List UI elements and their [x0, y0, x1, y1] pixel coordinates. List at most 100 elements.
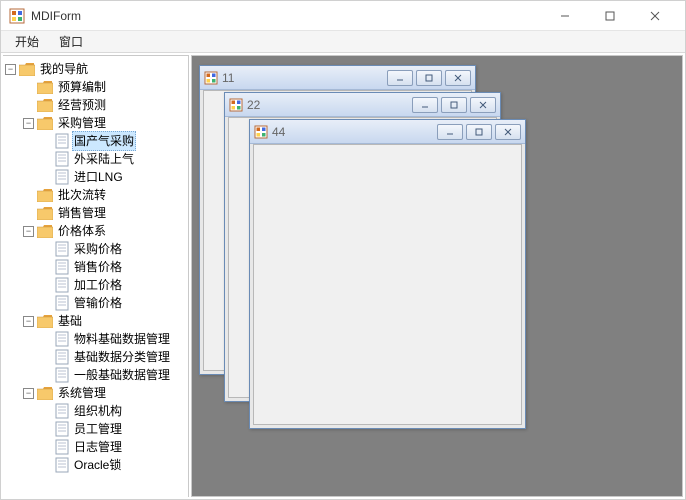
tree-root-label: 我的导航	[38, 60, 90, 78]
toggle-placeholder	[41, 334, 52, 345]
main-window: MDIForm 开始 窗口 − 我的导航预算编制经营预测 − 采购管理国产气采购外采陆…	[0, 0, 686, 500]
mdi-child-window[interactable]: 44	[249, 119, 526, 429]
collapse-icon[interactable]: −	[23, 226, 34, 237]
tree-item[interactable]: 外采陆上气	[5, 150, 186, 168]
toggle-placeholder	[41, 298, 52, 309]
tree-item[interactable]: 预算编制	[5, 78, 186, 96]
maximize-button[interactable]	[587, 2, 632, 30]
tree-item-label: 一般基础数据管理	[72, 366, 172, 384]
form-icon	[229, 98, 243, 112]
child-close-button[interactable]	[470, 97, 496, 113]
tree-item-label: 外采陆上气	[72, 150, 136, 168]
tree-item-label: 基础数据分类管理	[72, 348, 172, 366]
child-minimize-button[interactable]	[387, 70, 413, 86]
form-icon	[254, 125, 268, 139]
tree-item[interactable]: 日志管理	[5, 438, 186, 456]
child-controls	[437, 124, 521, 140]
tree-item-label: 进口LNG	[72, 168, 125, 186]
tree-item-label: 系统管理	[56, 384, 108, 402]
tree-item[interactable]: 基础数据分类管理	[5, 348, 186, 366]
tree-item[interactable]: 进口LNG	[5, 168, 186, 186]
toggle-placeholder	[41, 172, 52, 183]
tree-item-label: 销售价格	[72, 258, 124, 276]
tree-item[interactable]: 国产气采购	[5, 132, 186, 150]
toggle-placeholder	[23, 208, 34, 219]
child-minimize-button[interactable]	[412, 97, 438, 113]
tree-item-label: 销售管理	[56, 204, 108, 222]
tree-item[interactable]: 组织机构	[5, 402, 186, 420]
app-icon	[9, 8, 25, 24]
menu-start[interactable]: 开始	[5, 31, 49, 52]
toggle-placeholder	[23, 100, 34, 111]
collapse-icon[interactable]: −	[5, 64, 16, 75]
child-minimize-button[interactable]	[437, 124, 463, 140]
client-area: − 我的导航预算编制经营预测 − 采购管理国产气采购外采陆上气进口LNG批次流转销售管…	[1, 53, 685, 499]
tree-item[interactable]: 销售价格	[5, 258, 186, 276]
tree-item[interactable]: 销售管理	[5, 204, 186, 222]
toggle-placeholder	[23, 190, 34, 201]
toggle-placeholder	[41, 136, 52, 147]
child-body	[253, 144, 522, 425]
child-controls	[412, 97, 496, 113]
tree-item-label: 加工价格	[72, 276, 124, 294]
toggle-placeholder	[41, 406, 52, 417]
toggle-placeholder	[41, 442, 52, 453]
tree-item-label: 批次流转	[56, 186, 108, 204]
tree-item-label: 采购管理	[56, 114, 108, 132]
child-maximize-button[interactable]	[466, 124, 492, 140]
toggle-placeholder	[23, 82, 34, 93]
titlebar[interactable]: MDIForm	[1, 1, 685, 31]
tree-item[interactable]: − 系统管理	[5, 384, 186, 402]
collapse-icon[interactable]: −	[23, 316, 34, 327]
toggle-placeholder	[41, 262, 52, 273]
child-titlebar[interactable]: 11	[200, 66, 475, 90]
menubar: 开始 窗口	[1, 31, 685, 53]
child-close-button[interactable]	[495, 124, 521, 140]
tree-item-label: 预算编制	[56, 78, 108, 96]
tree-item[interactable]: 员工管理	[5, 420, 186, 438]
tree-item[interactable]: 加工价格	[5, 276, 186, 294]
tree-item-label: 物料基础数据管理	[72, 330, 172, 348]
tree-item[interactable]: 一般基础数据管理	[5, 366, 186, 384]
tree-item[interactable]: 批次流转	[5, 186, 186, 204]
minimize-button[interactable]	[542, 2, 587, 30]
toggle-placeholder	[41, 154, 52, 165]
tree-item[interactable]: 经营预测	[5, 96, 186, 114]
tree-item-label: 国产气采购	[72, 131, 136, 151]
nav-tree[interactable]: − 我的导航预算编制经营预测 − 采购管理国产气采购外采陆上气进口LNG批次流转销售管…	[3, 56, 188, 478]
child-close-button[interactable]	[445, 70, 471, 86]
close-button[interactable]	[632, 2, 677, 30]
collapse-icon[interactable]: −	[23, 388, 34, 399]
child-maximize-button[interactable]	[416, 70, 442, 86]
collapse-icon[interactable]: −	[23, 118, 34, 129]
child-title: 22	[247, 98, 412, 112]
tree-item-label: 基础	[56, 312, 84, 330]
form-icon	[204, 71, 218, 85]
toggle-placeholder	[41, 352, 52, 363]
tree-item[interactable]: 采购价格	[5, 240, 186, 258]
tree-item-label: 日志管理	[72, 438, 124, 456]
tree-item-label: 价格体系	[56, 222, 108, 240]
child-maximize-button[interactable]	[441, 97, 467, 113]
tree-item-label: 员工管理	[72, 420, 124, 438]
child-controls	[387, 70, 471, 86]
tree-item[interactable]: − 基础	[5, 312, 186, 330]
toggle-placeholder	[41, 370, 52, 381]
tree-item[interactable]: − 价格体系	[5, 222, 186, 240]
toggle-placeholder	[41, 244, 52, 255]
toggle-placeholder	[41, 460, 52, 471]
nav-tree-panel: − 我的导航预算编制经营预测 − 采购管理国产气采购外采陆上气进口LNG批次流转销售管…	[3, 55, 189, 497]
mdi-client-area[interactable]: 11 22 44	[191, 55, 683, 497]
child-titlebar[interactable]: 22	[225, 93, 500, 117]
child-titlebar[interactable]: 44	[250, 120, 525, 144]
tree-item[interactable]: − 采购管理	[5, 114, 186, 132]
tree-item[interactable]: 物料基础数据管理	[5, 330, 186, 348]
child-title: 44	[272, 125, 437, 139]
tree-item[interactable]: 管输价格	[5, 294, 186, 312]
window-title: MDIForm	[31, 9, 542, 23]
tree-root[interactable]: − 我的导航	[5, 60, 186, 78]
tree-item-label: 采购价格	[72, 240, 124, 258]
menu-window[interactable]: 窗口	[49, 31, 93, 52]
child-title: 11	[222, 71, 387, 85]
tree-item[interactable]: Oracle锁	[5, 456, 186, 474]
